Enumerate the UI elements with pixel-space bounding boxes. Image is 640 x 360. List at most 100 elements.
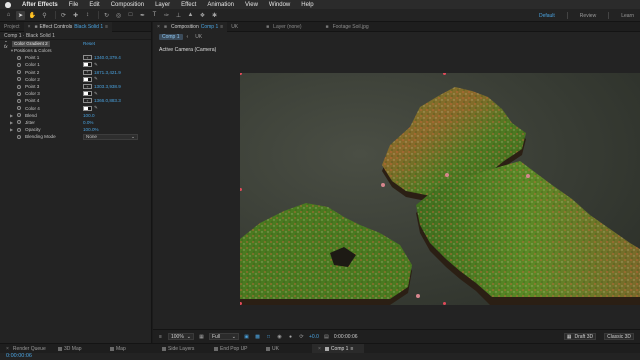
flow-uk[interactable]: UK <box>192 34 205 40</box>
pan-behind-icon[interactable]: ◎ <box>114 11 123 20</box>
apple-icon[interactable] <box>5 1 11 8</box>
eraser-tool-icon[interactable]: ▲ <box>186 11 195 20</box>
crosshair-icon[interactable]: ⌖ <box>83 55 92 61</box>
eyedropper-icon[interactable]: ✎ <box>94 62 98 68</box>
blending-mode-select[interactable]: None ⌄ <box>83 134 138 140</box>
stopwatch-icon[interactable] <box>17 120 21 125</box>
gradient-point-handle[interactable] <box>445 173 449 177</box>
stopwatch-icon[interactable] <box>17 91 21 96</box>
orbit-camera-icon[interactable]: ⟳ <box>59 11 68 20</box>
timeline-current-time[interactable]: 0:00:00:06 <box>6 353 32 359</box>
home-icon[interactable]: ⌂ <box>4 11 13 20</box>
lock-icon[interactable]: ■ <box>266 24 269 30</box>
exposure-reset-icon[interactable]: ⟳ <box>298 333 305 340</box>
gradient-point-handle[interactable] <box>526 174 530 178</box>
lock-icon[interactable]: ■ <box>34 24 37 30</box>
pan-camera-icon[interactable]: ✚ <box>71 11 80 20</box>
zoom-select[interactable]: 100% ⌄ <box>168 333 194 340</box>
eyedropper-icon[interactable]: ✎ <box>94 105 98 111</box>
close-icon[interactable]: × <box>157 24 160 30</box>
tab-map[interactable]: Map <box>104 344 156 354</box>
gradient-point-handle[interactable] <box>443 302 446 305</box>
color-swatch[interactable] <box>83 76 92 82</box>
tab-composition[interactable]: × ■ Composition Comp 1 ≡ <box>153 21 228 32</box>
prop-value[interactable]: 1303.3,938.9 <box>94 84 121 89</box>
menu-layer[interactable]: Layer <box>155 2 170 8</box>
workspace-learn[interactable]: Learn <box>621 13 634 19</box>
tab-layer[interactable]: ■ Layer (none) <box>262 22 305 32</box>
tab-side-layers[interactable]: Side Layers <box>156 344 208 354</box>
dolly-camera-icon[interactable]: ↕ <box>83 11 92 20</box>
composition-viewer[interactable] <box>240 73 640 305</box>
close-icon[interactable]: × <box>28 24 31 30</box>
brush-tool-icon[interactable]: ✑ <box>162 11 171 20</box>
prop-value[interactable]: 1871.3,421.9 <box>94 70 121 75</box>
prop-value[interactable]: 100.0% <box>83 127 99 132</box>
tab-comp-1-timeline[interactable]: × Comp 1 ≡ <box>312 343 364 354</box>
menu-animation[interactable]: Animation <box>207 2 234 8</box>
snapshot-icon[interactable]: ▤ <box>323 333 330 340</box>
app-name-menu[interactable]: After Effects <box>22 2 58 8</box>
tab-effect-controls[interactable]: × ■ Effect Controls Black Solid 1 ≡ <box>23 21 113 32</box>
stopwatch-icon[interactable] <box>17 98 21 103</box>
menu-edit[interactable]: Edit <box>89 2 99 8</box>
clone-stamp-icon[interactable]: ⊥ <box>174 11 183 20</box>
stopwatch-icon[interactable] <box>17 134 21 139</box>
twirl-right-icon[interactable]: ▶ <box>10 127 13 132</box>
menu-effect[interactable]: Effect <box>181 2 196 8</box>
tab-uk-timeline[interactable]: UK <box>260 344 312 354</box>
renderer-mode-select[interactable]: Classic 3D <box>604 333 634 340</box>
lock-icon[interactable]: ■ <box>164 24 167 30</box>
stopwatch-icon[interactable] <box>17 55 21 60</box>
effect-name-label[interactable]: Color Gradient 2 <box>12 40 50 47</box>
prop-value[interactable]: 100.0 <box>83 113 95 118</box>
renderer-toggle[interactable]: ▦ Draft 3D <box>563 333 597 340</box>
panel-menu-icon[interactable]: ≡ <box>105 24 108 30</box>
menu-window[interactable]: Window <box>269 2 290 8</box>
crosshair-icon[interactable]: ⌖ <box>83 69 92 75</box>
workspace-default[interactable]: Default <box>539 13 555 19</box>
current-timecode[interactable]: 0:00:00:06 <box>334 334 358 340</box>
prop-value[interactable]: 1340.0,379.4 <box>94 55 121 60</box>
zoom-tool-icon[interactable]: ⚲ <box>40 11 49 20</box>
stopwatch-icon[interactable] <box>17 106 21 111</box>
color-swatch[interactable] <box>83 62 92 68</box>
menu-help[interactable]: Help <box>301 2 313 8</box>
transparency-grid-icon[interactable]: ▩ <box>254 333 261 340</box>
stopwatch-icon[interactable] <box>17 113 21 118</box>
tab-end-pop-up[interactable]: End Pop UP <box>208 344 260 354</box>
tab-3d-map[interactable]: 3D Map <box>52 344 104 354</box>
stopwatch-icon[interactable] <box>17 62 21 67</box>
menu-file[interactable]: File <box>69 2 79 8</box>
panel-menu-icon[interactable]: ≡ <box>350 346 353 352</box>
menu-composition[interactable]: Composition <box>111 2 144 8</box>
close-icon[interactable]: × <box>6 346 9 352</box>
twirl-right-icon[interactable]: ▶ <box>10 120 13 125</box>
grid-icon[interactable]: ▦ <box>198 333 205 340</box>
effect-header-row[interactable]: ⌄ fx Color Gradient 2 Reset <box>0 38 151 49</box>
stopwatch-icon[interactable] <box>17 127 21 132</box>
tab-footage[interactable]: ■ Footage Soil.jpg <box>322 22 373 32</box>
crosshair-icon[interactable]: ⌖ <box>83 84 92 90</box>
gradient-point-handle[interactable] <box>416 294 420 298</box>
close-icon[interactable]: × <box>318 346 321 352</box>
workspace-review[interactable]: Review <box>580 13 596 19</box>
tab-project[interactable]: Project <box>0 22 24 32</box>
hand-tool-icon[interactable]: ✋ <box>28 11 37 20</box>
twirl-right-icon[interactable]: ▶ <box>10 113 13 118</box>
puppet-pin-icon[interactable]: ✱ <box>210 11 219 20</box>
color-swatch[interactable] <box>83 105 92 111</box>
stopwatch-icon[interactable] <box>17 77 21 82</box>
crosshair-icon[interactable]: ⌖ <box>83 98 92 104</box>
tab-uk[interactable]: UK <box>227 22 242 32</box>
flow-comp-1[interactable]: Comp 1 <box>159 33 183 40</box>
always-preview-icon[interactable]: ≡ <box>157 333 164 340</box>
eyedropper-icon[interactable]: ✎ <box>94 91 98 97</box>
color-swatch[interactable] <box>83 91 92 97</box>
eyedropper-icon[interactable]: ✎ <box>94 76 98 82</box>
selection-tool-icon[interactable]: ➤ <box>16 10 25 20</box>
exposure-value[interactable]: +0.0 <box>309 334 319 340</box>
camera-snapshot-icon[interactable]: ◉ <box>276 333 283 340</box>
stopwatch-icon[interactable] <box>17 70 21 75</box>
resolution-select[interactable]: Full ⌄ <box>209 333 239 340</box>
